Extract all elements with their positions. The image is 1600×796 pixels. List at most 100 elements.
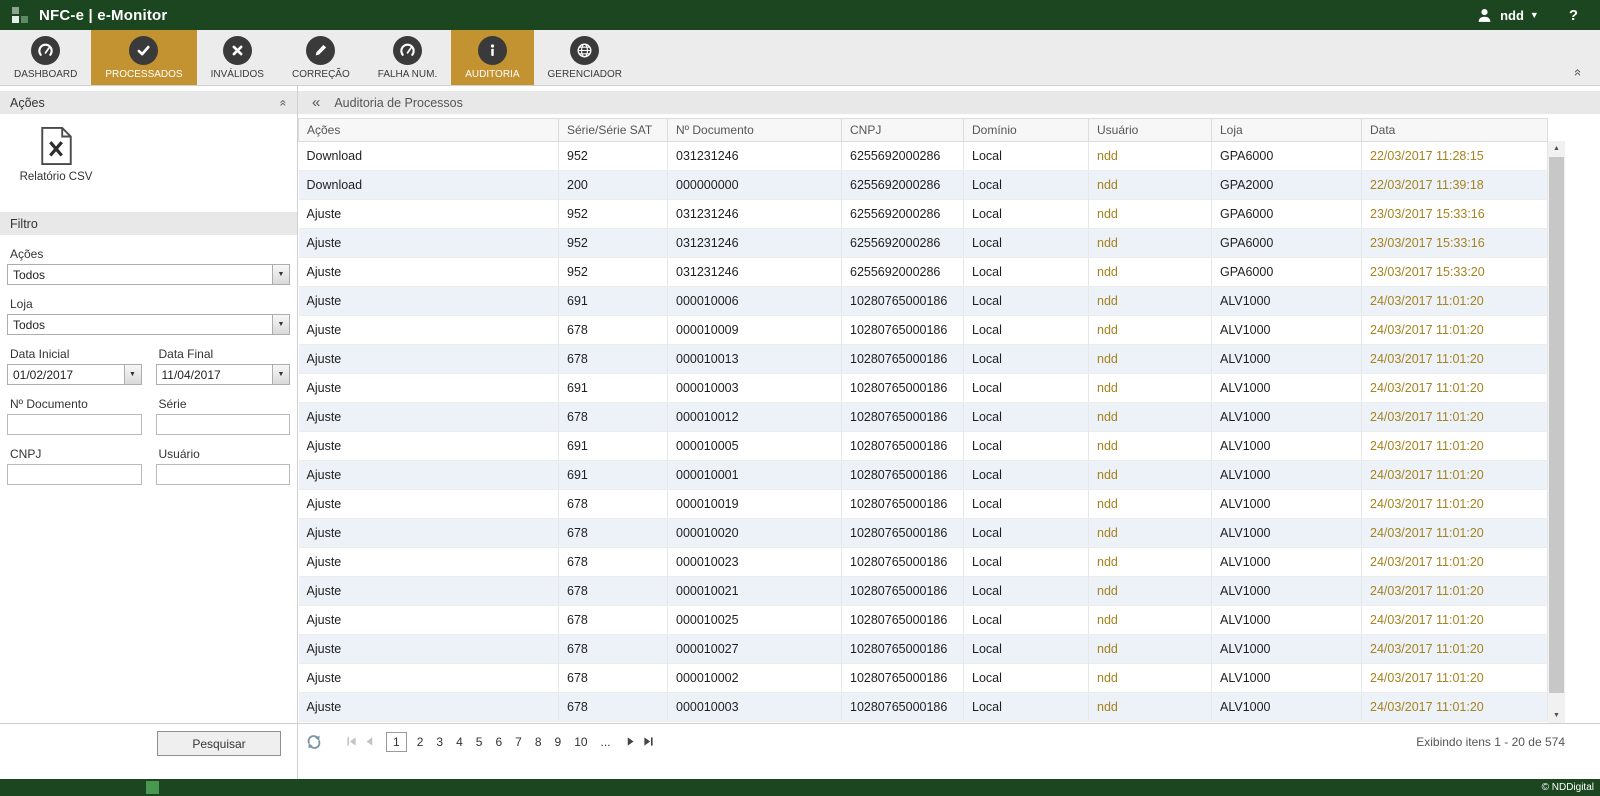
user-caret-icon[interactable]: ▼ (1530, 10, 1539, 20)
column-header-documento[interactable]: Nº Documento (668, 119, 842, 142)
page-number-4[interactable]: 4 (453, 734, 466, 750)
data-final-picker[interactable]: 11/04/2017 ▼ (156, 364, 291, 385)
cell-documento: 000010027 (668, 635, 842, 664)
nav-item-gerenciador[interactable]: GERENCIADOR (534, 30, 636, 85)
cell-serie: 691 (559, 374, 668, 403)
nav-item-falha-num[interactable]: FALHA NUM. (364, 30, 451, 85)
vertical-scrollbar[interactable]: ▲ ▼ (1548, 141, 1565, 723)
nav-item-correcao[interactable]: CORREÇÃO (278, 30, 364, 85)
refresh-icon[interactable] (306, 734, 322, 750)
table-row[interactable]: Download9520312312466255692000286Localnd… (299, 142, 1548, 171)
table-row[interactable]: Ajuste69100001000310280765000186Localndd… (299, 374, 1548, 403)
table-row[interactable]: Ajuste67800001002710280765000186Localndd… (299, 635, 1548, 664)
table-row[interactable]: Ajuste67800001000310280765000186Localndd… (299, 693, 1548, 722)
cell-cnpj: 10280765000186 (842, 374, 964, 403)
table-row[interactable]: Ajuste67800001001910280765000186Localndd… (299, 490, 1548, 519)
cell-data: 24/03/2017 11:01:20 (1362, 664, 1548, 693)
loja-select[interactable]: Todos ▼ (7, 314, 290, 335)
user-menu[interactable]: ndd (1500, 8, 1524, 23)
cell-documento: 000010012 (668, 403, 842, 432)
column-header-serie[interactable]: Série/Série SAT (559, 119, 668, 142)
table-row[interactable]: Ajuste67800001001210280765000186Localndd… (299, 403, 1548, 432)
page-number-5[interactable]: 5 (473, 734, 486, 750)
cell-usuario: ndd (1089, 316, 1212, 345)
table-row[interactable]: Ajuste67800001000210280765000186Localndd… (299, 664, 1548, 693)
cell-serie: 691 (559, 287, 668, 316)
cell-data: 22/03/2017 11:39:18 (1362, 171, 1548, 200)
page-number-3[interactable]: 3 (433, 734, 446, 750)
cell-cnpj: 6255692000286 (842, 142, 964, 171)
table-row[interactable]: Ajuste69100001000110280765000186Localndd… (299, 461, 1548, 490)
help-button[interactable]: ? (1569, 7, 1578, 24)
cell-documento: 000010001 (668, 461, 842, 490)
column-header-usuario[interactable]: Usuário (1089, 119, 1212, 142)
cell-documento: 031231246 (668, 142, 842, 171)
table-row[interactable]: Ajuste9520312312466255692000286LocalnddG… (299, 229, 1548, 258)
cell-acoes: Ajuste (299, 635, 559, 664)
scroll-down-icon[interactable]: ▼ (1548, 708, 1565, 723)
cell-acoes: Ajuste (299, 693, 559, 722)
last-page-icon[interactable] (642, 735, 656, 749)
cell-loja: ALV1000 (1212, 577, 1362, 606)
cell-usuario: ndd (1089, 403, 1212, 432)
collapse-ribbon-icon[interactable]: « (1572, 69, 1585, 76)
table-row[interactable]: Ajuste67800001001310280765000186Localndd… (299, 345, 1548, 374)
cell-acoes: Download (299, 171, 559, 200)
dropdown-arrow-icon: ▼ (124, 365, 141, 384)
usuario-input[interactable] (156, 464, 291, 485)
cell-cnpj: 6255692000286 (842, 171, 964, 200)
serie-input[interactable] (156, 414, 291, 435)
check-icon (129, 36, 158, 65)
scroll-up-icon[interactable]: ▲ (1548, 141, 1565, 156)
nav-item-processados[interactable]: PROCESSADOS (91, 30, 196, 85)
column-header-loja[interactable]: Loja (1212, 119, 1362, 142)
table-row[interactable]: Ajuste69100001000510280765000186Localndd… (299, 432, 1548, 461)
cell-dominio: Local (964, 519, 1089, 548)
prev-page-icon[interactable] (362, 735, 376, 749)
gauge-icon (393, 36, 422, 65)
cell-dominio: Local (964, 171, 1089, 200)
cell-dominio: Local (964, 142, 1089, 171)
column-header-acoes[interactable]: Ações (299, 119, 559, 142)
search-button[interactable]: Pesquisar (157, 731, 281, 756)
page-number-7[interactable]: 7 (512, 734, 525, 750)
page-number-9[interactable]: 9 (552, 734, 565, 750)
info-icon (478, 36, 507, 65)
page-number-6[interactable]: 6 (492, 734, 505, 750)
table-row[interactable]: Download2000000000006255692000286Localnd… (299, 171, 1548, 200)
table-row[interactable]: Ajuste67800001002010280765000186Localndd… (299, 519, 1548, 548)
collapse-actions-icon[interactable]: « (278, 99, 290, 106)
page-number-8[interactable]: 8 (532, 734, 545, 750)
page-number-10[interactable]: 10 (571, 734, 590, 750)
table-row[interactable]: Ajuste67800001000910280765000186Localndd… (299, 316, 1548, 345)
next-page-icon[interactable] (624, 735, 638, 749)
acoes-select[interactable]: Todos ▼ (7, 264, 290, 285)
back-chevron-icon[interactable]: « (312, 95, 320, 110)
first-page-icon[interactable] (344, 735, 358, 749)
table-row[interactable]: Ajuste67800001002510280765000186Localndd… (299, 606, 1548, 635)
column-header-data[interactable]: Data (1362, 119, 1548, 142)
column-header-dominio[interactable]: Domínio (964, 119, 1089, 142)
scrollbar-thumb[interactable] (1549, 157, 1564, 693)
report-csv-button[interactable]: Relatório CSV (0, 114, 96, 189)
nav-item-invalidos[interactable]: INVÁLIDOS (197, 30, 278, 85)
data-inicial-picker[interactable]: 01/02/2017 ▼ (7, 364, 142, 385)
x-icon (223, 36, 252, 65)
cell-usuario: ndd (1089, 345, 1212, 374)
table-row[interactable]: Ajuste9520312312466255692000286LocalnddG… (299, 200, 1548, 229)
cell-documento: 000010021 (668, 577, 842, 606)
cell-acoes: Ajuste (299, 606, 559, 635)
loja-select-value: Todos (8, 315, 272, 334)
table-row[interactable]: Ajuste9520312312466255692000286LocalnddG… (299, 258, 1548, 287)
num-documento-input[interactable] (7, 414, 142, 435)
table-row[interactable]: Ajuste67800001002310280765000186Localndd… (299, 548, 1548, 577)
page-number-1[interactable]: 1 (386, 732, 407, 752)
cell-loja: ALV1000 (1212, 635, 1362, 664)
column-header-cnpj[interactable]: CNPJ (842, 119, 964, 142)
page-number-2[interactable]: 2 (414, 734, 427, 750)
table-row[interactable]: Ajuste67800001002110280765000186Localndd… (299, 577, 1548, 606)
table-row[interactable]: Ajuste69100001000610280765000186Localndd… (299, 287, 1548, 316)
cnpj-input[interactable] (7, 464, 142, 485)
nav-item-dashboard[interactable]: DASHBOARD (0, 30, 91, 85)
nav-item-auditoria[interactable]: AUDITORIA (451, 30, 533, 85)
